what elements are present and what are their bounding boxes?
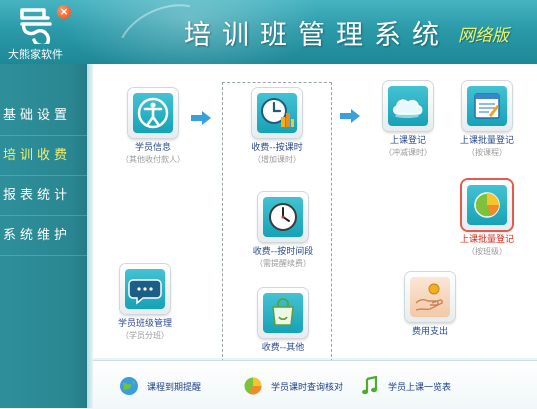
person-icon: [137, 97, 169, 129]
music-note-icon: [362, 376, 378, 395]
wall-clock-icon: [269, 203, 297, 231]
batch-checkin-course-sub: （按课程）: [467, 148, 507, 157]
fee-by-hours-tile[interactable]: [252, 88, 302, 138]
student-class-mgmt-label: 学员班级管理: [117, 319, 172, 329]
brand-name: 大熊家软件: [8, 48, 63, 61]
expense-tile[interactable]: [405, 272, 455, 322]
fee-by-hours-node[interactable]: 收费--按课时 （增加课时）: [222, 88, 332, 165]
logo-close-icon[interactable]: ×: [57, 5, 71, 19]
student-class-mgmt-sub: （学员分班）: [121, 331, 169, 340]
app-title: 培训班管理系统: [184, 20, 450, 51]
expense-node[interactable]: 费用支出: [375, 272, 485, 338]
quick-link-hours-query[interactable]: 学员课时查询核对: [243, 375, 343, 397]
quick-link-attendance-list[interactable]: 学员上课一览表: [360, 375, 451, 397]
student-info-node[interactable]: 学员信息 （其他收付款人）: [98, 88, 208, 165]
student-class-mgmt-node[interactable]: 学员班级管理 （学员分班）: [90, 264, 200, 341]
quick-link-attendance-list-label: 学员上课一览表: [388, 382, 452, 393]
pie-chart-icon: [474, 192, 500, 218]
shopping-bag-icon: [272, 298, 294, 326]
fee-other-node[interactable]: 收费--其他: [228, 288, 338, 354]
batch-checkin-class-label: 上课批量登记: [459, 235, 514, 245]
edition-badge: 网络版: [458, 26, 509, 46]
flow-arrow-1: [191, 111, 211, 125]
fee-by-hours-sub: （增加课时）: [253, 155, 301, 164]
class-checkin-tile[interactable]: [383, 81, 433, 131]
app-logo: × 大熊家软件: [8, 4, 72, 62]
app-header: × 大熊家软件 培训班管理系统 网络版: [0, 0, 537, 64]
quick-link-course-expiry[interactable]: 课程到期提醒: [119, 375, 201, 397]
pie-search-icon: [244, 377, 262, 395]
batch-checkin-course-tile[interactable]: [462, 81, 512, 131]
fee-by-period-label: 收费--按时间段: [252, 247, 314, 257]
expense-label: 费用支出: [411, 327, 448, 337]
notepad-icon: [474, 93, 500, 119]
quick-links-bar: 课程到期提醒 学员课时查询核对 学员上课一览表: [93, 360, 537, 409]
sidebar-item-system-maintenance[interactable]: 系统维护: [0, 216, 87, 256]
student-info-label: 学员信息: [134, 143, 171, 153]
fee-other-tile[interactable]: [258, 288, 308, 338]
batch-checkin-class-node[interactable]: 上课批量登记 （按班级）: [432, 180, 537, 257]
fee-by-period-node[interactable]: 收费--按时间段 （需提醒续费）: [228, 192, 338, 269]
fee-other-label: 收费--其他: [261, 343, 305, 353]
hand-coin-icon: [415, 283, 443, 311]
sidebar-item-reports[interactable]: 报表统计: [0, 176, 87, 216]
clock-chart-icon: [261, 98, 294, 127]
sidebar: 基础设置 培训收费 报表统计 系统维护: [0, 64, 87, 408]
batch-checkin-class-tile[interactable]: [462, 180, 512, 230]
fee-by-period-sub: （需提醒续费）: [255, 259, 311, 268]
cloud-icon: [393, 99, 423, 118]
sidebar-item-training-fees[interactable]: 培训收费: [0, 136, 87, 176]
logo-glyph-icon: [20, 8, 52, 44]
quick-link-hours-query-label: 学员课时查询核对: [271, 382, 344, 393]
sidebar-item-basic-settings[interactable]: 基础设置: [0, 96, 87, 136]
globe-icon: [120, 377, 138, 395]
student-class-mgmt-tile[interactable]: [120, 264, 170, 314]
student-info-sub: （其他收付款人）: [121, 155, 185, 164]
fee-by-hours-label: 收费--按课时: [251, 143, 303, 153]
batch-checkin-course-node[interactable]: 上课批量登记 （按课程）: [432, 81, 537, 158]
fee-by-period-tile[interactable]: [258, 192, 308, 242]
quick-link-course-expiry-label: 课程到期提醒: [147, 382, 202, 393]
student-info-tile[interactable]: [128, 88, 178, 138]
batch-checkin-class-sub: （按班级）: [467, 247, 507, 256]
batch-checkin-course-label: 上课批量登记: [459, 136, 514, 146]
chat-bubble-icon: [128, 279, 162, 305]
